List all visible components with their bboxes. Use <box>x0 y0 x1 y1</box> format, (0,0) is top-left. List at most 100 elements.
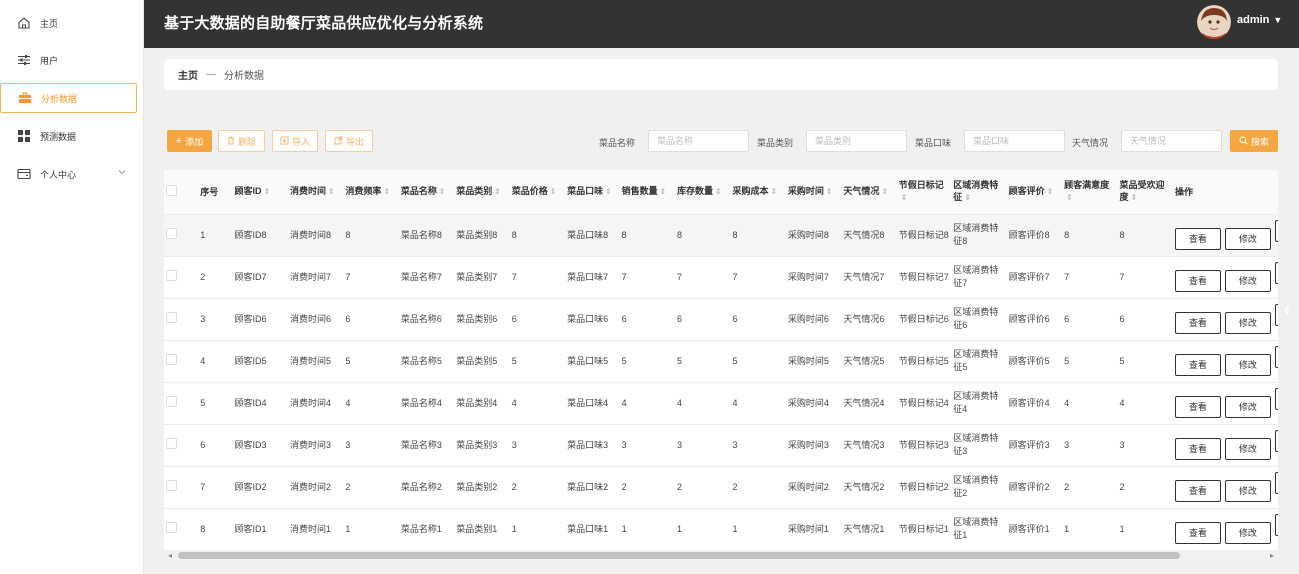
more-actions-button[interactable] <box>1274 220 1278 242</box>
view-button[interactable]: 查看 <box>1174 396 1221 418</box>
column-header[interactable]: 消费频率 ⇕ <box>343 170 399 215</box>
table-row[interactable]: 5 顾客ID4 消费时间4 4 菜品名称4 菜品类别4 4 菜品口味4 4 4 4 采购时间4 天气情况… <box>164 382 1278 424</box>
column-header[interactable]: 销售数量 ⇕ <box>619 170 676 215</box>
sort-icon[interactable]: ⇕ <box>901 193 908 202</box>
row-checkbox[interactable] <box>166 479 177 491</box>
sidebar-item-home[interactable]: 主页 <box>0 8 137 38</box>
sort-icon[interactable]: ⇕ <box>1047 187 1054 196</box>
edit-button[interactable]: 修改 <box>1224 480 1271 502</box>
chevron-left-icon[interactable]: ‹ <box>1279 295 1295 323</box>
sort-icon[interactable]: ⇕ <box>881 187 888 196</box>
view-button[interactable]: 查看 <box>1174 228 1221 250</box>
table-row[interactable]: 4 顾客ID5 消费时间5 5 菜品名称5 菜品类别5 5 菜品口味5 5 5 5 采购时间5 天气情况… <box>164 340 1278 382</box>
sort-icon[interactable]: ⇕ <box>964 193 971 202</box>
edit-button[interactable]: 修改 <box>1224 522 1271 544</box>
sidebar-item-analysis[interactable]: 分析数据 <box>0 83 137 113</box>
scroll-left-icon[interactable]: ◂ <box>168 551 172 560</box>
breadcrumb-home[interactable]: 主页 <box>178 67 198 82</box>
row-select-cell[interactable] <box>164 340 198 382</box>
more-actions-button[interactable] <box>1274 388 1278 410</box>
row-checkbox[interactable] <box>166 437 177 449</box>
row-select-cell[interactable] <box>164 214 198 256</box>
table-row[interactable]: 6 顾客ID3 消费时间3 3 菜品名称3 菜品类别3 3 菜品口味3 3 3 3 采购时间3 天气情况… <box>164 424 1278 466</box>
weather-input[interactable] <box>1121 130 1222 152</box>
edit-button[interactable]: 修改 <box>1224 396 1271 418</box>
delete-button[interactable]: 删除 <box>218 130 265 152</box>
row-checkbox[interactable] <box>166 227 177 239</box>
sort-icon[interactable]: ⇕ <box>660 187 667 196</box>
sort-icon[interactable]: ⇕ <box>826 187 833 196</box>
column-header[interactable]: 菜品受欢迎度 ⇕ <box>1117 170 1173 215</box>
row-select-cell[interactable] <box>164 424 198 466</box>
horizontal-scrollbar[interactable]: ◂ ▸ <box>164 550 1278 561</box>
view-button[interactable]: 查看 <box>1174 438 1221 460</box>
sort-icon[interactable]: ⇕ <box>439 187 446 196</box>
dish-name-input[interactable] <box>648 130 749 152</box>
row-select-cell[interactable] <box>164 256 198 298</box>
dish-flavor-input[interactable] <box>964 130 1065 152</box>
edit-button[interactable]: 修改 <box>1224 228 1271 250</box>
scroll-right-icon[interactable]: ▸ <box>1270 551 1274 560</box>
row-checkbox[interactable] <box>166 269 177 281</box>
sort-icon[interactable]: ⇕ <box>494 187 501 196</box>
edit-button[interactable]: 修改 <box>1224 354 1271 376</box>
edit-button[interactable]: 修改 <box>1224 312 1271 334</box>
row-select-cell[interactable] <box>164 466 198 508</box>
view-button[interactable]: 查看 <box>1174 354 1221 376</box>
row-checkbox[interactable] <box>166 521 177 533</box>
table-row[interactable]: 2 顾客ID7 消费时间7 7 菜品名称7 菜品类别7 7 菜品口味7 7 7 7 采购时间7 天气情况… <box>164 256 1278 298</box>
row-select-cell[interactable] <box>164 298 198 340</box>
scrollbar-thumb[interactable] <box>178 552 1180 559</box>
add-button[interactable]: + 添加 <box>167 130 212 152</box>
column-header[interactable]: 采购时间 ⇕ <box>785 170 842 215</box>
sort-icon[interactable]: ⇕ <box>383 187 390 196</box>
sort-icon[interactable]: ⇕ <box>550 187 557 196</box>
table-row[interactable]: 7 顾客ID2 消费时间2 2 菜品名称2 菜品类别2 2 菜品口味2 2 2 2 采购时间2 天气情况… <box>164 466 1278 508</box>
avatar[interactable] <box>1197 5 1231 39</box>
column-header[interactable]: 菜品价格 ⇕ <box>509 170 566 215</box>
select-all-checkbox[interactable] <box>166 184 177 196</box>
column-header[interactable]: 天气情况 ⇕ <box>841 170 897 215</box>
column-header[interactable]: 顾客ID ⇕ <box>232 170 288 215</box>
column-header[interactable]: 菜品口味 ⇕ <box>565 170 620 215</box>
column-header[interactable]: 库存数量 ⇕ <box>675 170 731 215</box>
view-button[interactable]: 查看 <box>1174 270 1221 292</box>
row-checkbox[interactable] <box>166 311 177 323</box>
column-header[interactable]: 菜品类别 ⇕ <box>454 170 510 215</box>
edit-button[interactable]: 修改 <box>1224 438 1271 460</box>
table-row[interactable]: 8 顾客ID1 消费时间1 1 菜品名称1 菜品类别1 1 菜品口味1 1 1 1 采购时间1 天气情况… <box>164 508 1278 550</box>
sidebar-item-forecast[interactable]: 预测数据 <box>0 121 137 151</box>
row-checkbox[interactable] <box>166 395 177 407</box>
column-header[interactable]: 顾客评价 ⇕ <box>1006 170 1063 215</box>
sort-icon[interactable]: ⇕ <box>328 187 335 196</box>
column-header[interactable]: 消费时间 ⇕ <box>287 170 344 215</box>
more-actions-button[interactable] <box>1274 304 1278 326</box>
view-button[interactable]: 查看 <box>1174 522 1221 544</box>
column-header[interactable]: 节假日标记⇕ <box>896 170 952 215</box>
more-actions-button[interactable] <box>1274 346 1278 368</box>
view-button[interactable]: 查看 <box>1174 480 1221 502</box>
export-button[interactable]: 导出 <box>325 130 373 152</box>
import-button[interactable]: 导入 <box>272 130 318 152</box>
more-actions-button[interactable] <box>1274 514 1278 536</box>
sort-icon[interactable]: ⇕ <box>1066 193 1073 202</box>
row-checkbox[interactable] <box>166 353 177 365</box>
row-select-cell[interactable] <box>164 508 198 550</box>
sidebar-item-profile[interactable]: 个人中心 <box>0 159 137 189</box>
sort-icon[interactable]: ⇕ <box>770 187 777 196</box>
row-select-cell[interactable] <box>164 382 198 424</box>
more-actions-button[interactable] <box>1274 472 1278 494</box>
select-all-cell[interactable] <box>164 170 199 215</box>
more-actions-button[interactable] <box>1274 430 1278 452</box>
sort-icon[interactable]: ⇕ <box>1131 193 1138 202</box>
sort-icon[interactable]: ⇕ <box>715 187 722 196</box>
dish-category-input[interactable] <box>806 130 907 152</box>
table-row[interactable]: 1 顾客ID8 消费时间8 8 菜品名称8 菜品类别8 8 菜品口味8 8 8 8 采购时间8 天气情况… <box>164 214 1278 256</box>
table-row[interactable]: 3 顾客ID6 消费时间6 6 菜品名称6 菜品类别6 6 菜品口味6 6 6 6 采购时间6 天气情况… <box>164 298 1278 340</box>
column-header[interactable]: 采购成本 ⇕ <box>730 170 786 215</box>
column-header[interactable]: 顾客满意度⇕ <box>1062 170 1118 215</box>
sort-icon[interactable]: ⇕ <box>264 187 271 196</box>
user-menu[interactable]: admin ▼ <box>1237 14 1282 26</box>
view-button[interactable]: 查看 <box>1174 312 1221 334</box>
column-header[interactable]: 区域消费特征 ⇕ <box>951 170 1007 215</box>
